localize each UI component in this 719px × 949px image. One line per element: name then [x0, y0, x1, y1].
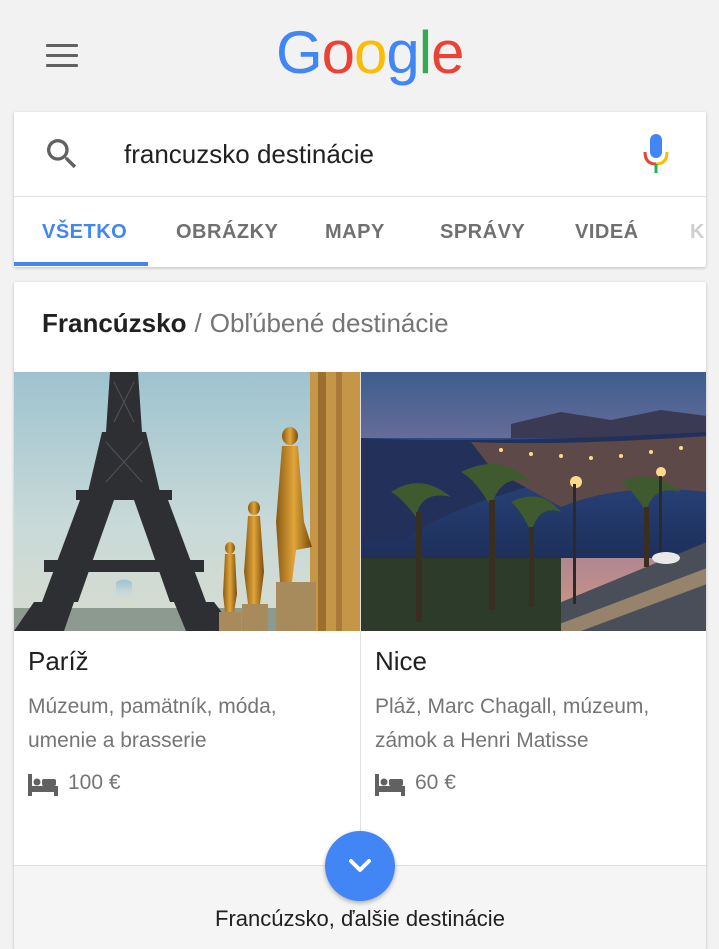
microphone-icon[interactable]	[640, 132, 672, 176]
hamburger-menu-icon[interactable]	[44, 42, 80, 70]
price-label: 100 €	[68, 771, 121, 794]
tab-vsetko[interactable]: VŠETKO	[42, 197, 127, 267]
breadcrumb: Francúzsko / Obľúbené destinácie	[42, 308, 449, 339]
price-label: 60 €	[415, 771, 456, 794]
expand-button[interactable]	[325, 831, 395, 901]
tab-videa[interactable]: VIDEÁ	[575, 197, 639, 267]
eiffel-tower-photo	[14, 372, 360, 631]
destination-title: Nice	[375, 646, 428, 676]
active-tab-indicator	[14, 262, 148, 266]
destination-title: Paríž	[28, 646, 89, 676]
tab-more[interactable]: K	[690, 197, 705, 267]
tab-mapy[interactable]: MAPY	[325, 197, 385, 267]
breadcrumb-section: Obľúbené destinácie	[209, 308, 449, 338]
breadcrumb-separator: /	[194, 308, 202, 338]
logo-letter: e	[431, 19, 464, 86]
nice-promenade-night-photo	[361, 372, 706, 631]
header: Google	[0, 0, 719, 110]
destination-description: Pláž, Marc Chagall, múzeum, zámok a Henr…	[375, 695, 650, 752]
bed-icon	[28, 774, 58, 796]
breadcrumb-country[interactable]: Francúzsko	[42, 308, 187, 338]
more-destinations-label: Francúzsko, ďalšie destinácie	[215, 906, 505, 931]
price-nice: 60 €	[375, 770, 575, 800]
logo-letter: g	[386, 19, 419, 86]
search-icon[interactable]	[42, 134, 82, 174]
search-box: VŠETKO OBRÁZKY MAPY SPRÁVY VIDEÁ K	[14, 112, 706, 267]
search-tabs: VŠETKO OBRÁZKY MAPY SPRÁVY VIDEÁ K	[14, 196, 706, 267]
chevron-down-icon	[349, 859, 371, 872]
search-row	[14, 112, 706, 196]
destination-description: Múzeum, pamätník, móda, umenie a brasser…	[28, 695, 277, 752]
destinations-card: Francúzsko / Obľúbené destinácie Paríž M…	[14, 282, 706, 949]
logo-letter: l	[418, 19, 432, 86]
bed-icon	[375, 774, 405, 796]
search-input[interactable]	[124, 134, 624, 174]
logo-letter: o	[354, 19, 387, 86]
tab-spravy[interactable]: SPRÁVY	[440, 197, 525, 267]
logo-letter: o	[321, 19, 355, 86]
price-paris: 100 €	[28, 770, 228, 800]
logo-letter: G	[276, 19, 323, 86]
tab-obrazky[interactable]: OBRÁZKY	[176, 197, 278, 267]
google-logo[interactable]: Google	[276, 18, 465, 88]
